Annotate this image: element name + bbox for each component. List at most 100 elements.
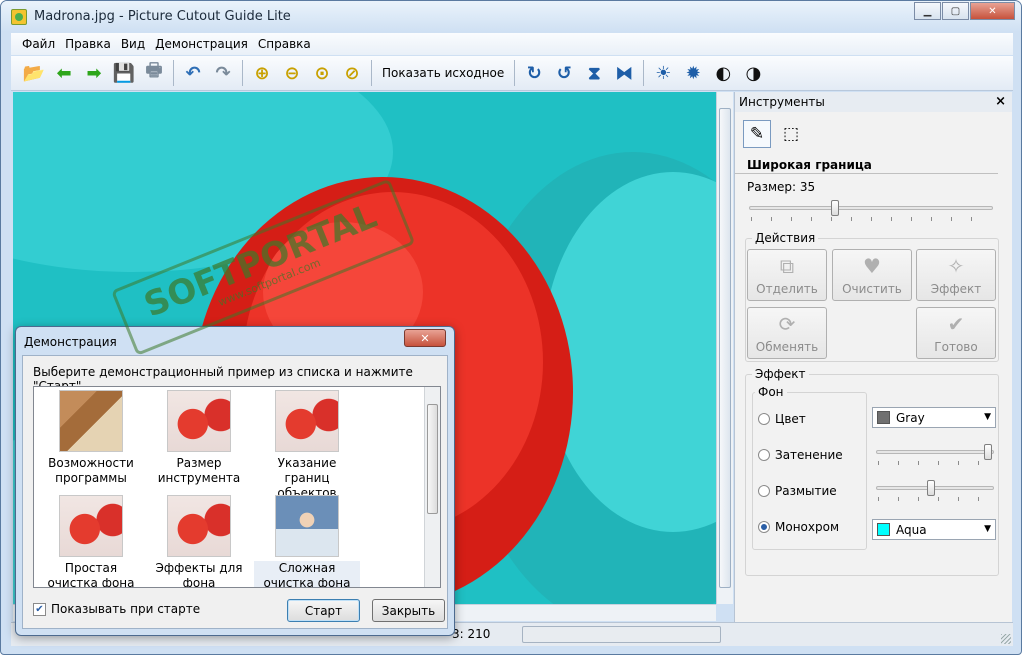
color-combo[interactable]: Gray ▼ [872, 407, 996, 428]
radio-blur-button[interactable] [758, 485, 770, 497]
rotate-left-icon[interactable]: ↺ [549, 59, 579, 87]
radio-mono-label: Монохром [775, 520, 839, 534]
maximize-button[interactable]: ▢ [942, 2, 969, 20]
demo-list-scrollbar[interactable] [424, 387, 440, 587]
tools-panel-title: Инструменты [739, 95, 825, 109]
selection-tool-icon[interactable]: ⬚ [777, 120, 805, 148]
flip-vertical-icon[interactable]: ⧗ [579, 59, 609, 87]
menu-demo[interactable]: Демонстрация [150, 37, 253, 51]
radio-shade[interactable]: Затенение [758, 448, 843, 462]
undo-icon[interactable]: ↶ [178, 59, 208, 87]
shade-slider[interactable] [876, 442, 994, 466]
effect-button[interactable]: ✧ Эффект [916, 249, 996, 301]
radio-blur-label: Размытие [775, 484, 837, 498]
demo-dialog-title: Демонстрация [24, 335, 117, 349]
size-label: Размер: 35 [747, 180, 816, 194]
separate-button[interactable]: ⧉ Отделить [747, 249, 827, 301]
clear-label: Очистить [842, 282, 902, 296]
menu-edit[interactable]: Правка [60, 37, 116, 51]
demo-thumbnail [167, 495, 231, 557]
brightness-up-icon[interactable]: ☀ [648, 59, 678, 87]
start-button[interactable]: Старт [287, 599, 360, 622]
demo-item-label: Возможности программы [48, 456, 134, 485]
list-item[interactable]: Простая очистка фона [38, 495, 144, 587]
demo-dialog-body: Выберите демонстрационный пример из спис… [22, 355, 448, 629]
pencil-tool-icon[interactable]: ✎ [743, 120, 771, 148]
effect-title: Эффект [752, 367, 809, 381]
menu-help[interactable]: Справка [253, 37, 316, 51]
contrast-up-icon[interactable]: ◐ [708, 59, 738, 87]
minimize-button[interactable]: ▁ [914, 2, 941, 20]
forward-arrow-icon[interactable]: ➡ [79, 59, 109, 87]
toolbar-separator [173, 60, 174, 86]
size-slider-knob[interactable] [831, 200, 839, 216]
close-window-button[interactable]: ✕ [970, 2, 1015, 20]
checkbox-icon[interactable]: ✔ [33, 602, 46, 616]
color-swatch [877, 411, 890, 424]
zoom-fit-icon[interactable]: ⊙ [307, 59, 337, 87]
chevron-down-icon: ▼ [984, 412, 991, 422]
chevron-down-icon: ▼ [984, 524, 991, 534]
toolbar-separator [643, 60, 645, 86]
radio-mono-button[interactable] [758, 521, 770, 533]
panel-close-icon[interactable]: × [995, 92, 1006, 112]
demo-dialog: Демонстрация ✕ Выберите демонстрационный… [15, 326, 455, 636]
close-button[interactable]: Закрыть [372, 599, 445, 622]
brightness-down-icon[interactable]: ✹ [678, 59, 708, 87]
list-item[interactable]: Размер инструмента [146, 390, 252, 486]
blur-slider-knob[interactable] [927, 480, 935, 496]
background-title: Фон [755, 385, 787, 399]
radio-blur[interactable]: Размытие [758, 484, 837, 498]
radio-shade-label: Затенение [775, 448, 843, 462]
mono-color-combo[interactable]: Aqua ▼ [872, 519, 996, 540]
clear-button[interactable]: ♥ Очистить [832, 249, 912, 301]
effect-label: Эффект [930, 282, 982, 296]
checkmark-icon: ✔ [947, 312, 965, 336]
effect-group: Эффект Фон Цвет Затенение Размытие Монох… [745, 367, 999, 576]
redo-icon[interactable]: ↷ [208, 59, 238, 87]
list-item[interactable]: Сложная очистка фона [254, 495, 360, 587]
window-title: Madrona.jpg - Picture Cutout Guide Lite [34, 9, 291, 24]
separate-label: Отделить [756, 282, 818, 296]
zoom-out-icon[interactable]: ⊖ [277, 59, 307, 87]
menu-view[interactable]: Вид [116, 37, 150, 51]
mono-swatch [877, 523, 890, 536]
size-slider[interactable] [749, 198, 993, 222]
list-item[interactable]: Эффекты для фона [146, 495, 252, 587]
save-icon[interactable]: 💾 [109, 59, 139, 87]
zoom-in-icon[interactable]: ⊕ [247, 59, 277, 87]
show-on-start-label: Показывать при старте [51, 602, 201, 616]
done-label: Готово [934, 340, 978, 354]
dialog-close-button[interactable]: ✕ [404, 329, 446, 347]
canvas-vertical-scrollbar[interactable] [716, 92, 733, 604]
radio-color-label: Цвет [775, 412, 806, 426]
show-original-button[interactable]: Показать исходное [376, 66, 510, 80]
done-button[interactable]: ✔ Готово [916, 307, 996, 359]
toolbar-separator [514, 60, 516, 86]
demo-item-label: Размер инструмента [157, 456, 241, 485]
menu-file[interactable]: Файл [17, 37, 60, 51]
shade-slider-knob[interactable] [984, 444, 992, 460]
swap-button[interactable]: ⟳ Обменять [747, 307, 827, 359]
list-item[interactable]: Указание границ объектов [254, 390, 360, 501]
radio-mono[interactable]: Монохром [758, 520, 839, 534]
zoom-actual-icon[interactable]: ⊘ [337, 59, 367, 87]
radio-color[interactable]: Цвет [758, 412, 806, 426]
open-folder-icon[interactable]: 📂 [19, 59, 49, 87]
flip-horizontal-icon[interactable]: ⧓ [609, 59, 639, 87]
tool-tabs: ✎ ⬚ [735, 112, 1012, 152]
blur-slider[interactable] [876, 478, 994, 502]
rotate-right-icon[interactable]: ↻ [519, 59, 549, 87]
back-arrow-icon[interactable]: ⬅ [49, 59, 79, 87]
toolbar: 📂 ⬅ ➡ 💾 🖶 ↶ ↷ ⊕ ⊖ ⊙ ⊘ Показать исходное … [11, 56, 1013, 91]
contrast-down-icon[interactable]: ◑ [738, 59, 768, 87]
list-item[interactable]: Возможности программы [38, 390, 144, 486]
radio-color-button[interactable] [758, 413, 770, 425]
radio-shade-button[interactable] [758, 449, 770, 461]
print-icon[interactable]: 🖶 [139, 59, 169, 87]
show-on-start-checkbox[interactable]: ✔ Показывать при старте [33, 602, 200, 616]
tools-panel: Инструменты × ✎ ⬚ Широкая граница Размер… [734, 92, 1012, 622]
resize-grip-icon[interactable] [1001, 634, 1011, 644]
demo-list[interactable]: Возможности программы Размер инструмента… [33, 386, 441, 588]
demo-thumbnail [275, 495, 339, 557]
